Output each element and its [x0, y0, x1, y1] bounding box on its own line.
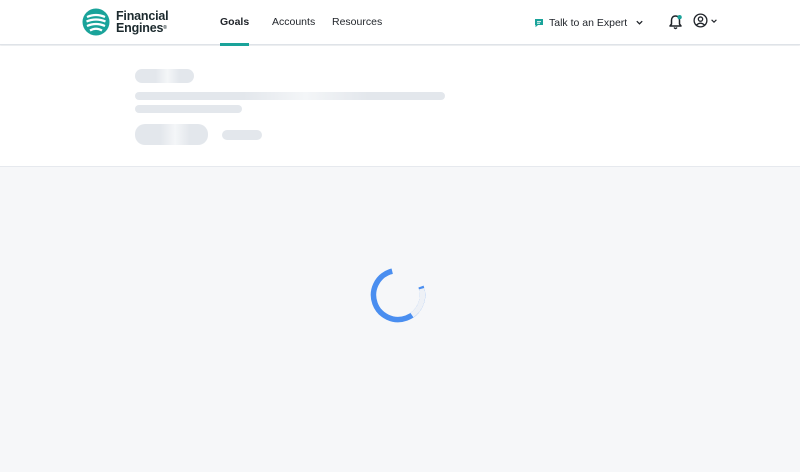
- skeleton-link-placeholder: [222, 130, 262, 140]
- financial-engines-logo[interactable]: Financial Engines®: [82, 8, 169, 36]
- loading-skeleton-panel: [0, 46, 800, 167]
- registered-mark: ®: [163, 25, 167, 31]
- nav-accounts[interactable]: Accounts: [272, 0, 315, 45]
- logo-mark-icon: [82, 8, 110, 36]
- nav-goals[interactable]: Goals: [220, 0, 250, 46]
- talk-to-expert-button[interactable]: Talk to an Expert: [534, 0, 644, 45]
- skeleton-button-placeholder: [135, 124, 208, 145]
- bell-icon[interactable]: [668, 14, 683, 30]
- skeleton-title-placeholder: [135, 69, 194, 83]
- chevron-down-icon: [711, 18, 717, 23]
- skeleton-line-placeholder: [135, 105, 242, 113]
- account-menu[interactable]: [693, 13, 718, 28]
- skeleton-line-placeholder: [135, 92, 445, 100]
- brand-name: Financial Engines®: [116, 10, 169, 35]
- chevron-down-icon: [636, 20, 643, 25]
- top-header: Financial Engines® Goals Accounts Resour…: [0, 0, 800, 46]
- nav-resources[interactable]: Resources: [332, 0, 382, 45]
- loading-spinner-icon: [370, 267, 426, 323]
- brand-line-2: Engines: [116, 21, 164, 35]
- user-circle-icon: [693, 13, 708, 28]
- talk-to-expert-label: Talk to an Expert: [549, 16, 628, 29]
- chat-icon: [535, 18, 543, 27]
